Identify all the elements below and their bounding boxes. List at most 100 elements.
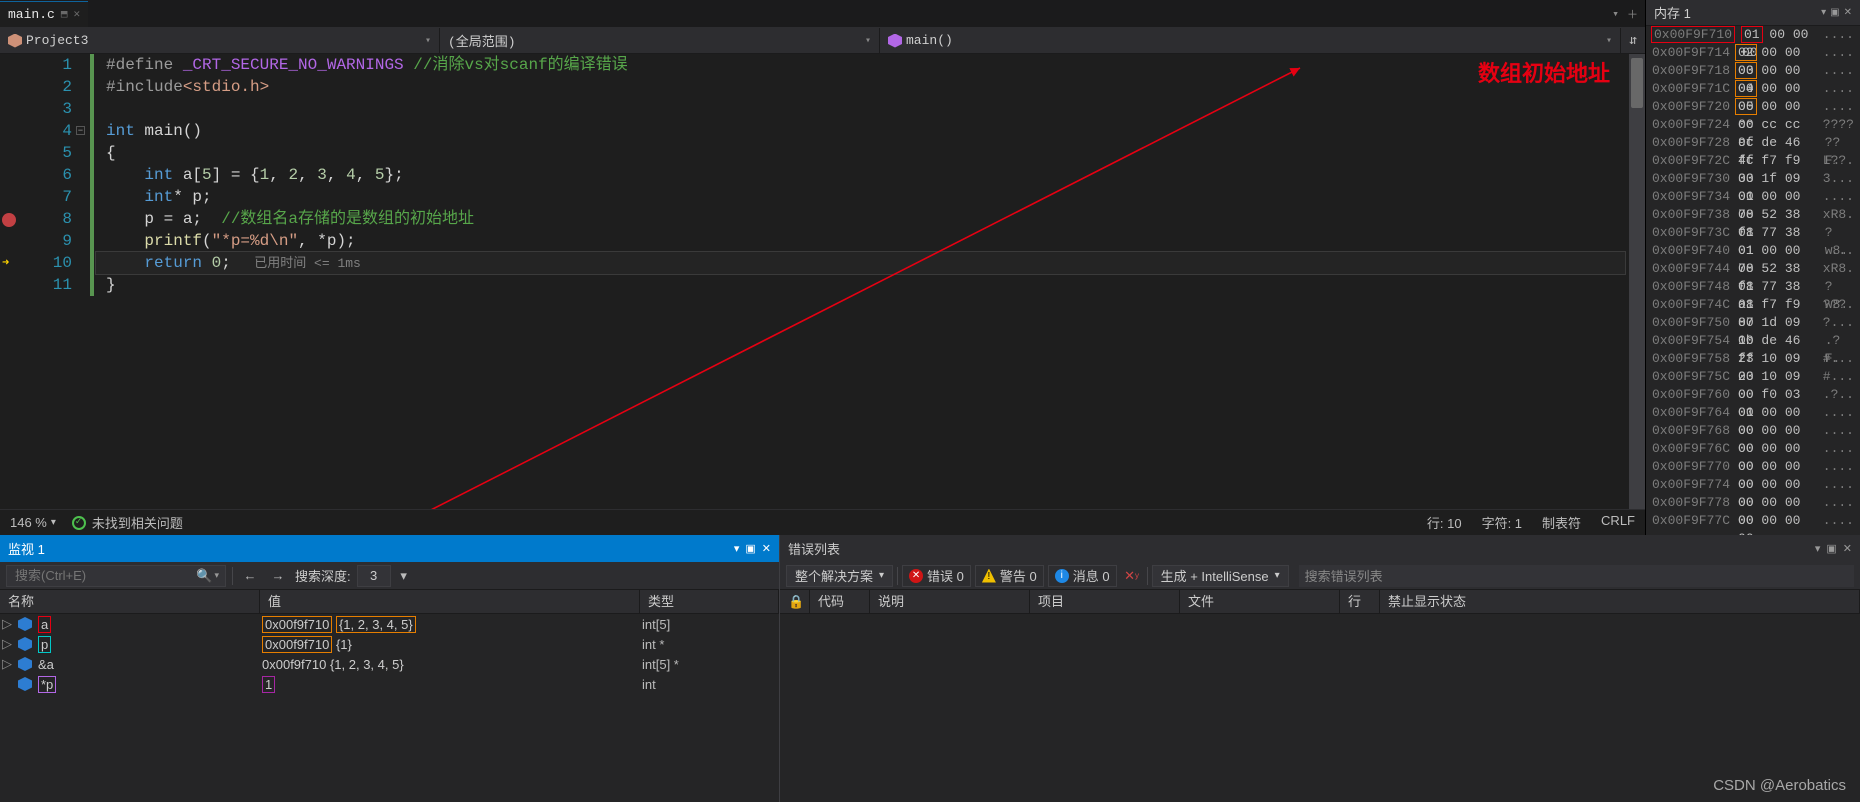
dropdown-icon[interactable]: ▾ (734, 542, 740, 555)
warning-icon: ! (982, 569, 996, 583)
add-icon[interactable]: ＋ (1626, 7, 1639, 20)
memory-row[interactable]: 0x00F9F71C04 00 00 00.... (1646, 80, 1860, 98)
errors-filter[interactable]: ✕错误 0 (902, 565, 971, 587)
watch-row[interactable]: ▷a0x00f9f710 {1, 2, 3, 4, 5}int[5] (0, 614, 779, 634)
memory-row[interactable]: 0x00F9F71402 00 00 00.... (1646, 44, 1860, 62)
memory-row[interactable]: 0x00F9F71803 00 00 00.... (1646, 62, 1860, 80)
memory-row[interactable]: 0x00F9F74001 00 00 00.... (1646, 242, 1860, 260)
memory-row[interactable]: 0x00F9F77C00 00 00 00.... (1646, 512, 1860, 530)
scope-dropdown[interactable]: (全局范围) ▾ (440, 28, 880, 53)
memory-title-bar: 内存 1 ▾ ▣ ✕ (1646, 0, 1860, 26)
tab-main-c[interactable]: main.c ⬒ ✕ (0, 1, 88, 27)
memory-row[interactable]: 0x00F9F73Cf8 77 38 01?w8. (1646, 224, 1860, 242)
indent-indicator[interactable]: 制表符 (1542, 513, 1581, 532)
line-indicator[interactable]: 行: 10 (1427, 513, 1462, 532)
breakpoint-icon[interactable] (2, 213, 16, 227)
watch-search[interactable]: 🔍▾ (6, 565, 226, 587)
close-icon[interactable]: ✕ (1844, 7, 1852, 18)
project-dropdown[interactable]: Project3 ▾ (0, 28, 440, 53)
pin-icon[interactable]: ⬒ (61, 7, 68, 21)
search-input[interactable] (13, 567, 196, 584)
errorlist-title-bar[interactable]: 错误列表 ▾ ▣ ✕ (780, 535, 1860, 562)
change-indicator (90, 54, 94, 296)
memory-row[interactable]: 0x00F9F73401 00 00 00.... (1646, 188, 1860, 206)
memory-row[interactable]: 0x00F9F77400 00 00 00.... (1646, 476, 1860, 494)
scope-dropdown[interactable]: 整个解决方案▾ (786, 565, 893, 587)
watch-row[interactable]: *p1int (0, 674, 779, 694)
memory-row[interactable]: 0x00F9F77800 00 00 00.... (1646, 494, 1860, 512)
error-icon: ✕ (909, 569, 923, 583)
prev-button[interactable]: ← (239, 565, 261, 587)
fold-toggle[interactable]: − (76, 126, 85, 135)
memory-row[interactable]: 0x00F9F76400 00 00 00.... (1646, 404, 1860, 422)
chevron-down-icon: ▾ (865, 35, 871, 47)
memory-row[interactable]: 0x00F9F73033 1f 09 003... (1646, 170, 1860, 188)
memory-row[interactable]: 0x00F9F75087 1d 09 00?... (1646, 314, 1860, 332)
eol-indicator[interactable]: CRLF (1601, 513, 1635, 532)
annotation-label: 数组初始地址 (1478, 56, 1610, 88)
function-icon (888, 34, 902, 48)
watermark: CSDN @Aerobatics (1713, 777, 1846, 794)
memory-row[interactable]: 0x00F9F77000 00 00 00.... (1646, 458, 1860, 476)
zoom-control[interactable]: 146 %▾ (10, 515, 56, 530)
pin-icon[interactable]: ▣ (1826, 542, 1836, 555)
gutter: ➜ 1 2 3 4 5 6 7 8 9 10 11 (0, 54, 90, 509)
col-indicator[interactable]: 字符: 1 (1482, 513, 1522, 532)
watch-row[interactable]: ▷&a0x00f9f710 {1, 2, 3, 4, 5}int[5] * (0, 654, 779, 674)
warnings-filter[interactable]: !警告 0 (975, 565, 1044, 587)
errorlist-search[interactable]: 搜索错误列表 (1299, 565, 1854, 587)
search-icon: 🔍 (196, 568, 212, 584)
memory-row[interactable]: 0x00F9F74Ca8 f7 f9 00???. (1646, 296, 1860, 314)
errorlist-toolbar: 整个解决方案▾ ✕错误 0 !警告 0 i消息 0 ✕y 生成 + Intell… (780, 562, 1860, 590)
next-button[interactable]: → (267, 565, 289, 587)
project-icon (8, 34, 22, 48)
chevron-down-icon: ▾ (425, 35, 431, 47)
memory-row[interactable]: 0x00F9F7289f de 46 ff??F. (1646, 134, 1860, 152)
close-icon[interactable]: ✕ (1843, 542, 1852, 555)
current-line-arrow-icon: ➜ (2, 255, 9, 270)
close-icon[interactable]: ✕ (73, 7, 80, 21)
depth-dropdown[interactable]: ▾ (397, 565, 411, 587)
memory-row[interactable]: 0x00F9F76800 00 00 00.... (1646, 422, 1860, 440)
memory-row[interactable]: 0x00F9F73878 52 38 01xR8. (1646, 206, 1860, 224)
info-icon: i (1055, 569, 1069, 583)
memory-row[interactable]: 0x00F9F76C00 00 00 00.... (1646, 440, 1860, 458)
watch-title-bar[interactable]: 监视 1 ▾ ▣ ✕ (0, 535, 779, 562)
memory-row[interactable]: 0x00F9F71001 00 00 00.... (1646, 26, 1860, 44)
memory-grid[interactable]: 0x00F9F71001 00 00 00....0x00F9F71402 00… (1646, 26, 1860, 535)
watch-grid[interactable]: ▷a0x00f9f710 {1, 2, 3, 4, 5}int[5]▷p0x00… (0, 614, 779, 802)
memory-row[interactable]: 0x00F9F76000 f0 03 01.?.. (1646, 386, 1860, 404)
editor-status-bar: 146 %▾ 未找到相关问题 行: 10 字符: 1 制表符 CRLF (0, 509, 1645, 535)
dropdown-icon[interactable]: ▾ (1609, 7, 1622, 20)
dropdown-icon[interactable]: ▾ (1821, 7, 1826, 18)
watch-row[interactable]: ▷p0x00f9f710 {1}int * (0, 634, 779, 654)
memory-row[interactable]: 0x00F9F72005 00 00 00.... (1646, 98, 1860, 116)
memory-row[interactable]: 0x00F9F75C23 10 09 00#... (1646, 368, 1860, 386)
close-icon[interactable]: ✕ (762, 542, 771, 555)
pin-icon[interactable]: ▣ (1830, 7, 1839, 18)
function-dropdown[interactable]: main() ▾ (880, 28, 1621, 53)
pin-icon[interactable]: ▣ (745, 542, 755, 555)
issues-indicator[interactable]: 未找到相关问题 (72, 513, 183, 532)
clear-button[interactable]: ✕y (1121, 565, 1143, 587)
swap-button[interactable]: ⇵ (1621, 28, 1645, 53)
errorlist-header: 🔒 代码 说明 项目 文件 行 禁止显示状态 (780, 590, 1860, 614)
memory-row[interactable]: 0x00F9F75823 10 09 00#... (1646, 350, 1860, 368)
vertical-scrollbar[interactable] (1629, 54, 1645, 509)
memory-row[interactable]: 0x00F9F72C4c f7 f9 00L??. (1646, 152, 1860, 170)
tab-label: main.c (8, 7, 55, 22)
editor-tab-bar: main.c ⬒ ✕ ▾ ＋ (0, 0, 1645, 28)
code-editor[interactable]: ➜ 1 2 3 4 5 6 7 8 9 10 11 (0, 54, 1645, 509)
depth-input[interactable]: 3 (357, 565, 391, 587)
check-icon (72, 516, 86, 530)
memory-row[interactable]: 0x00F9F748f8 77 38 01?w8. (1646, 278, 1860, 296)
nav-bar: Project3 ▾ (全局范围) ▾ main() ▾ ⇵ (0, 28, 1645, 54)
memory-row[interactable]: 0x00F9F74478 52 38 01xR8. (1646, 260, 1860, 278)
memory-row[interactable]: 0x00F9F7541b de 46 ff.?F. (1646, 332, 1860, 350)
watch-header: 名称 值 类型 (0, 590, 779, 614)
memory-row[interactable]: 0x00F9F724cc cc cc cc???? (1646, 116, 1860, 134)
build-dropdown[interactable]: 生成 + IntelliSense▾ (1152, 565, 1289, 587)
messages-filter[interactable]: i消息 0 (1048, 565, 1117, 587)
dropdown-icon[interactable]: ▾ (1815, 542, 1821, 555)
chevron-down-icon: ▾ (1606, 35, 1612, 47)
